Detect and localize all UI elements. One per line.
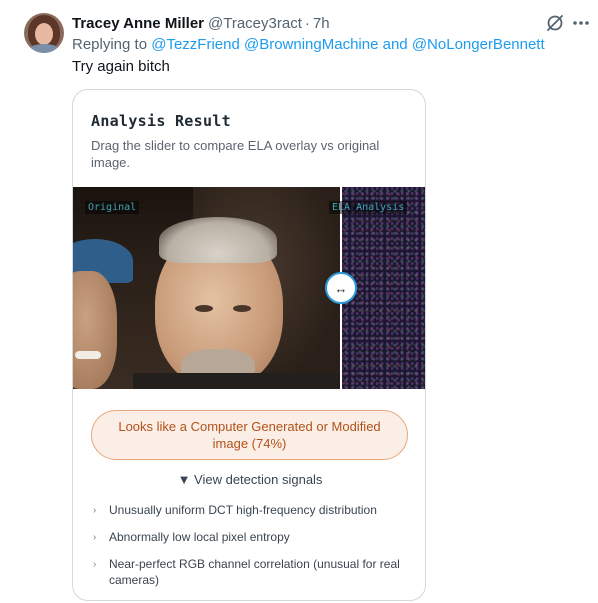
author-name[interactable]: Tracey Anne Miller	[72, 15, 204, 32]
avatar-face	[35, 23, 53, 45]
photo-shirt	[133, 373, 341, 389]
signal-item: › Abnormally low local pixel entropy	[91, 529, 411, 545]
signal-text: Near-perfect RGB channel correlation (un…	[109, 557, 400, 587]
avatar-shirt	[28, 44, 60, 53]
mention-and[interactable]: and	[383, 36, 408, 53]
signal-text: Abnormally low local pixel entropy	[109, 530, 290, 544]
tweet-text: Try again bitch	[72, 58, 170, 75]
photo-eye	[233, 305, 251, 312]
photo-smile	[75, 351, 101, 359]
grok-icon[interactable]	[545, 13, 565, 33]
chevron-right-icon: ›	[93, 532, 97, 543]
card-subtitle: Drag the slider to compare ELA overlay v…	[91, 138, 380, 170]
photo-man-hair	[159, 217, 277, 263]
view-signals-toggle[interactable]: ▼ View detection signals	[73, 472, 425, 487]
mention-link[interactable]: @TezzFriend	[151, 36, 240, 53]
replying-to: Replying to @TezzFriend @BrowningMachine…	[72, 36, 545, 53]
slider-handle[interactable]: ↔	[325, 272, 357, 304]
verdict-badge: Looks like a Computer Generated or Modif…	[91, 410, 408, 460]
tweet-header: Tracey Anne Miller @Tracey3ract · 7h	[72, 13, 330, 33]
image-compare[interactable]: Original ELA Analysis ↔	[73, 187, 425, 389]
signal-item: › Near-perfect RGB channel correlation (…	[91, 556, 411, 588]
signal-text: Unusually uniform DCT high-frequency dis…	[109, 503, 377, 517]
signal-item: › Unusually uniform DCT high-frequency d…	[91, 502, 411, 518]
photo-left-face	[73, 271, 117, 389]
chevron-right-icon: ›	[93, 505, 97, 516]
avatar[interactable]	[24, 13, 64, 53]
tweet[interactable]: Tracey Anne Miller @Tracey3ract · 7h Rep…	[0, 0, 598, 603]
mention-link[interactable]: @BrowningMachine	[244, 36, 378, 53]
original-image	[73, 187, 341, 389]
mention-link[interactable]: @NoLongerBennett	[412, 36, 545, 53]
arrows-horizontal-icon: ↔	[334, 280, 348, 296]
analysis-card[interactable]: Analysis Result Drag the slider to compa…	[72, 89, 426, 601]
ela-label: ELA Analysis	[329, 201, 408, 214]
replying-prefix: Replying to	[72, 36, 148, 53]
card-title: Analysis Result	[91, 112, 231, 130]
verdict-text: Looks like a Computer Generated or Modif…	[118, 419, 381, 451]
author-handle[interactable]: @Tracey3ract	[208, 15, 302, 32]
tweet-time[interactable]: 7h	[313, 15, 330, 32]
chevron-right-icon: ›	[93, 559, 97, 570]
photo-eye	[195, 305, 213, 312]
more-icon[interactable]	[572, 18, 590, 28]
signals-list: › Unusually uniform DCT high-frequency d…	[91, 502, 411, 599]
separator-dot: ·	[304, 14, 310, 32]
original-label: Original	[85, 201, 140, 214]
